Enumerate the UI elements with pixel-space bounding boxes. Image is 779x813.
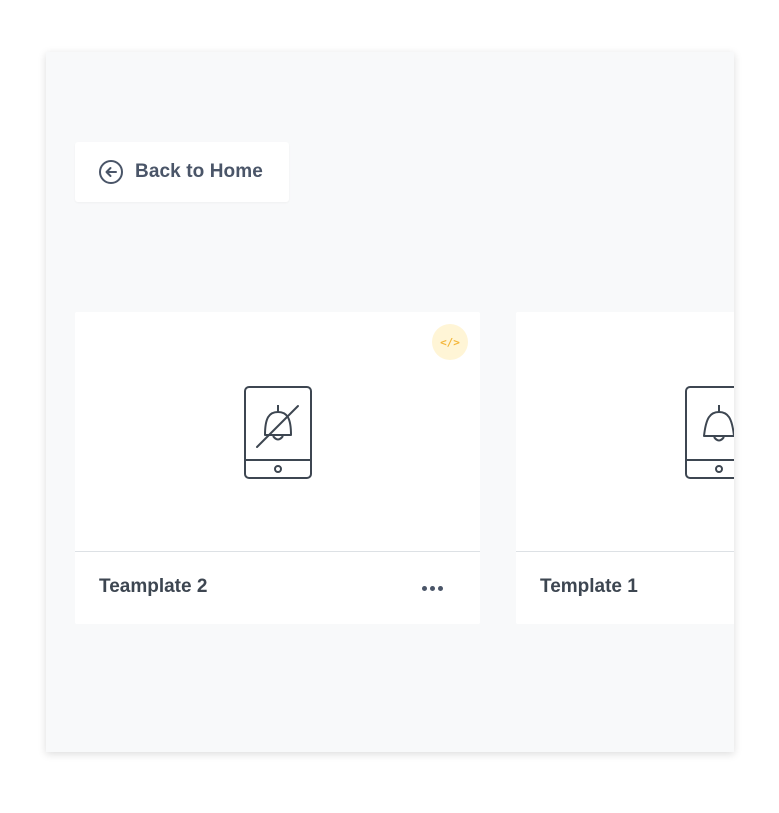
template-card[interactable]: Template 1 [516, 312, 734, 624]
back-to-home-label: Back to Home [135, 161, 263, 182]
phone-bell-icon [685, 386, 734, 479]
phone-bell-off-icon [244, 386, 312, 479]
code-icon[interactable]: </> [432, 324, 468, 360]
arrow-left-circle-icon [99, 160, 123, 184]
back-to-home-button[interactable]: Back to Home [75, 142, 289, 202]
templates-panel: Back to Home </> Teamplate 2 Template 1 [46, 52, 734, 752]
more-options-icon[interactable] [417, 576, 447, 600]
template-card[interactable]: </> Teamplate 2 [75, 312, 480, 624]
template-preview[interactable]: </> [75, 312, 480, 552]
template-name: Teamplate 2 [99, 576, 208, 597]
template-name: Template 1 [540, 576, 638, 597]
template-preview[interactable] [516, 312, 734, 552]
